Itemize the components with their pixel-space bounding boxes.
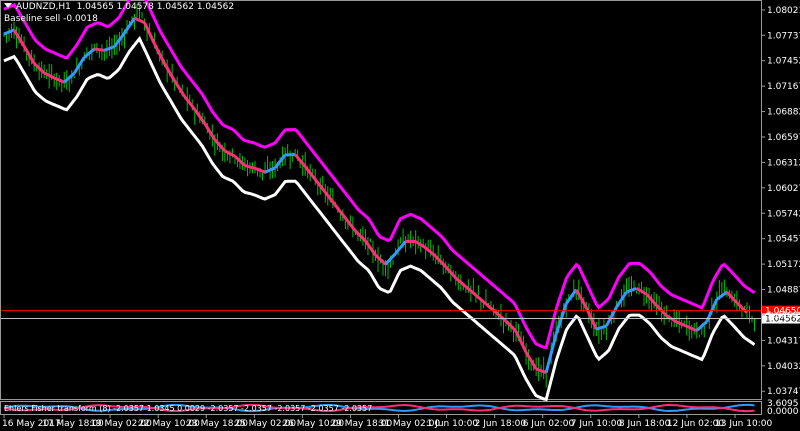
baseline-segment xyxy=(244,164,256,170)
price-axis: 1.08021 1.07737 1.07452 1.07167 1.06882 1.065… xyxy=(761,6,800,397)
baseline-segment xyxy=(264,166,276,174)
lower-band-line xyxy=(3,35,756,402)
baseline-segment xyxy=(595,324,607,331)
x-tick-label: 13 Jun 10:00 xyxy=(715,419,772,429)
y-tick-label: 1.05742 xyxy=(767,209,800,219)
y-tick-label: 1.06882 xyxy=(767,108,800,118)
baseline-segment xyxy=(103,45,115,52)
y-tick-label: 1.04317 xyxy=(767,336,800,346)
y-tick-label: 1.05172 xyxy=(767,260,800,270)
bands-layer xyxy=(3,0,756,402)
baseline-segment xyxy=(123,17,136,34)
baseline-segment xyxy=(94,47,105,52)
x-tick-label: 8 Jun 18:00 xyxy=(619,419,671,429)
y-tick-label: 1.05457 xyxy=(767,235,800,245)
candles-layer xyxy=(3,4,755,388)
baseline-segment xyxy=(535,367,547,374)
y-tick-label: 1.07452 xyxy=(767,57,800,67)
y-tick-label: 1.04032 xyxy=(767,362,800,372)
baseline-segment xyxy=(686,324,698,332)
time-axis: 16 May 201717 May 18:0019 May 02:0022 Ma… xyxy=(2,414,772,429)
baseline-segment xyxy=(565,288,578,305)
indicator-label: Ehlers Fisher transform (8) -2.0357 1.03… xyxy=(4,404,373,413)
baseline-segment xyxy=(254,166,266,174)
x-tick-label: 6 Jun 02:00 xyxy=(523,419,575,429)
baseline-segment xyxy=(173,80,186,98)
x-tick-label: 1 Jun 10:00 xyxy=(427,419,479,429)
dropdown-triangle-icon[interactable] xyxy=(4,3,12,8)
baseline-segment xyxy=(625,286,638,294)
price-lines-layer: 1.046501.04562 xyxy=(1,305,800,325)
chart-window[interactable]: 1.046501.04562 1.08021 1.07737 1.07452 1.07… xyxy=(0,0,800,431)
y-tick-label: 1.04887 xyxy=(767,286,800,296)
baseline-segment xyxy=(364,240,377,257)
x-tick-label: 7 Jun 10:00 xyxy=(571,419,623,429)
baseline-label: Baseline sell -0.0018 xyxy=(4,14,98,24)
y-tick-label: 1.08021 xyxy=(767,6,800,16)
baseline-segment xyxy=(133,16,146,25)
y-tick-label: 1.06597 xyxy=(767,133,800,143)
price-chart[interactable]: 1.046501.04562 1.08021 1.07737 1.07452 1.07… xyxy=(0,0,800,431)
ohlc-values: 1.04565 1.04578 1.04562 1.04562 xyxy=(76,2,235,12)
y-tick-label: 1.07737 xyxy=(767,31,800,41)
x-tick-label: 2 Jun 18:00 xyxy=(475,419,527,429)
y-tick-label: 1.07167 xyxy=(767,82,800,92)
y-tick-label: 1.04602 xyxy=(767,311,800,321)
y-tick-label: 1.03747 xyxy=(767,387,800,397)
baseline-segment xyxy=(676,320,688,328)
y-tick-label: 1.06027 xyxy=(767,184,800,194)
y-tick-label: 1.06312 xyxy=(767,158,800,168)
chart-header: AUDNZD,H1 1.04565 1.04578 1.04562 1.0456… xyxy=(4,2,234,13)
baseline-segment xyxy=(163,63,176,82)
baseline-segment xyxy=(53,76,65,84)
baseline-segment xyxy=(3,28,15,36)
indicator-axis-bottom: 0.0000 xyxy=(767,407,799,417)
main-pane-frame xyxy=(0,0,762,400)
symbol-title: AUDNZD,H1 xyxy=(16,2,71,12)
